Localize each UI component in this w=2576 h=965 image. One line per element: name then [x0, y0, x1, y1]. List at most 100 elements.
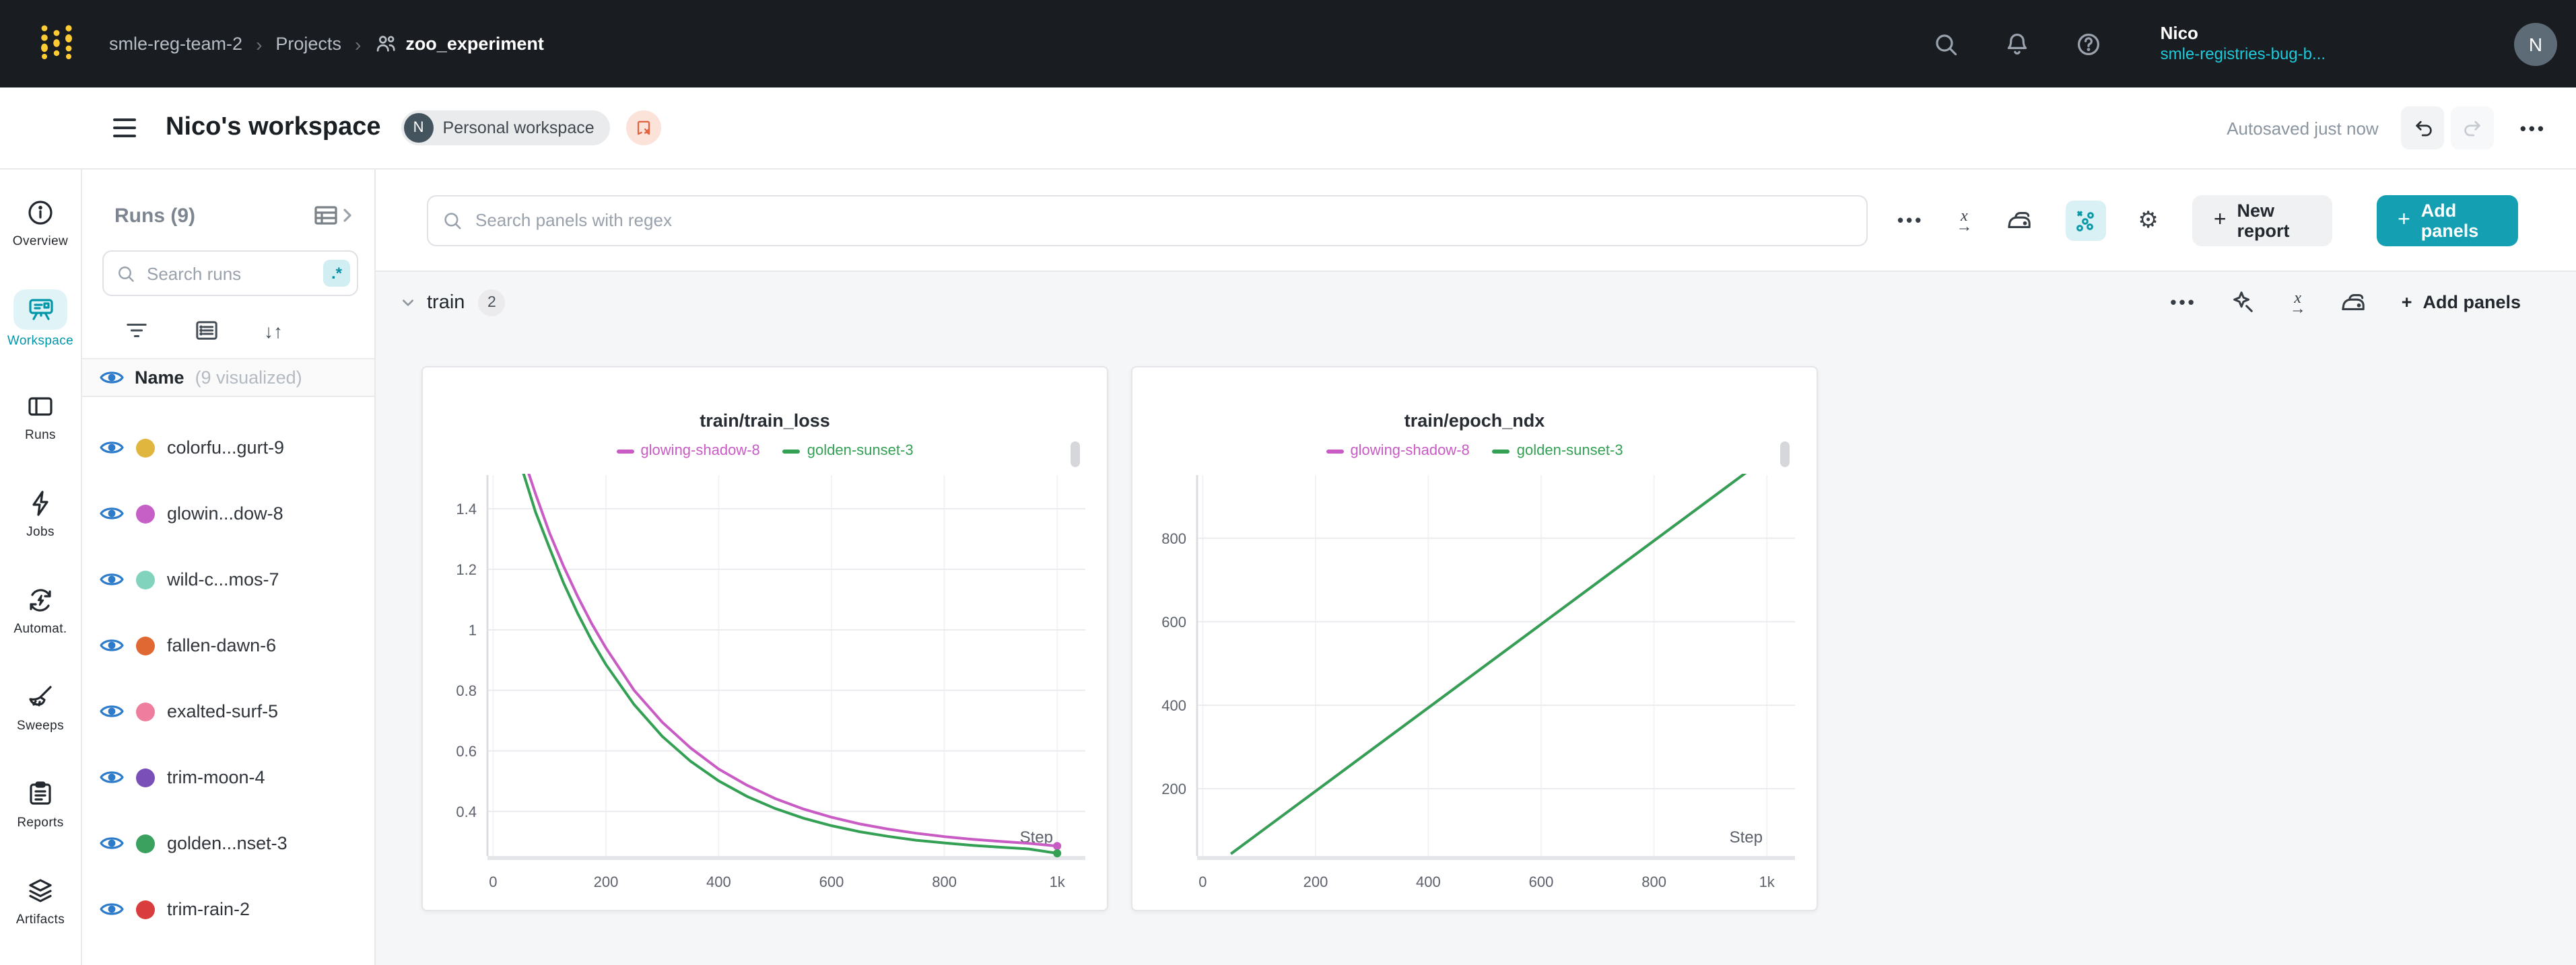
- run-list-name-header[interactable]: Name (9 visualized): [82, 358, 374, 397]
- personal-workspace-badge[interactable]: N Personal workspace: [401, 110, 611, 145]
- sidebar-item-workspace[interactable]: Workspace: [0, 271, 81, 367]
- line-chart-train-loss[interactable]: 02004006008001k0.40.60.811.21.4Step: [423, 367, 1107, 910]
- run-row[interactable]: golden...nset-3: [82, 810, 374, 876]
- run-list: colorfu...gurt-9 glowin...dow-8 wild-c...m…: [82, 397, 374, 965]
- run-row[interactable]: wild-c...mos-7: [82, 546, 374, 612]
- breadcrumb-team[interactable]: smle-reg-team-2: [109, 34, 242, 54]
- regex-toggle-button[interactable]: .*: [323, 260, 350, 287]
- bookmark-x-icon: [635, 118, 654, 137]
- svg-text:1.2: 1.2: [456, 561, 477, 578]
- search-icon[interactable]: [1933, 30, 1960, 57]
- section-name[interactable]: train: [427, 291, 465, 313]
- svg-text:400: 400: [1161, 697, 1186, 714]
- sort-runs-icon[interactable]: ↓↑: [264, 320, 283, 341]
- svg-text:0.4: 0.4: [456, 803, 477, 820]
- smoothing-iron-icon[interactable]: [2340, 289, 2368, 315]
- run-row[interactable]: colorfu...gurt-9: [82, 415, 374, 480]
- collapse-chevron-icon[interactable]: [401, 295, 415, 309]
- workspace-title[interactable]: Nico's workspace: [166, 113, 381, 143]
- section-overflow-menu[interactable]: •••: [2170, 292, 2196, 312]
- svg-text:600: 600: [1161, 614, 1186, 631]
- redo-button[interactable]: [2451, 106, 2495, 149]
- sidebar-item-runs[interactable]: Runs: [0, 367, 81, 464]
- help-icon[interactable]: [2076, 30, 2103, 57]
- breadcrumb-project[interactable]: zoo_experiment: [374, 32, 544, 55]
- wandb-logo[interactable]: [36, 20, 77, 67]
- breadcrumb-separator: ›: [256, 33, 262, 55]
- chart-panel-train-loss[interactable]: train/train_loss glowing-shadow-8 golden…: [421, 366, 1108, 911]
- visibility-eye-icon[interactable]: [100, 571, 124, 588]
- notifications-bell-icon[interactable]: [2004, 30, 2031, 57]
- panels-overflow-menu[interactable]: •••: [1897, 210, 1924, 230]
- settings-gear-icon[interactable]: ⚙: [2138, 207, 2159, 234]
- visibility-eye-icon[interactable]: [100, 439, 124, 456]
- svg-text:200: 200: [1303, 873, 1328, 890]
- toolbar-icons: ••• x→: [1897, 200, 2159, 240]
- run-row[interactable]: fallen-dawn-6: [82, 612, 374, 678]
- visibility-eye-icon[interactable]: [100, 369, 124, 386]
- run-row[interactable]: exalted-surf-5: [82, 678, 374, 744]
- unsaved-bookmark-button[interactable]: [627, 110, 662, 145]
- workspace-avatar: N: [404, 113, 434, 143]
- run-row[interactable]: glowin...dow-8: [82, 480, 374, 546]
- user-avatar[interactable]: N: [2514, 22, 2557, 65]
- visibility-eye-icon[interactable]: [100, 834, 124, 852]
- panel-search-box: [427, 194, 1868, 246]
- panel-drag-handle[interactable]: [1071, 441, 1080, 467]
- svg-text:1.4: 1.4: [456, 501, 477, 517]
- run-row[interactable]: trim-rain-2: [82, 876, 374, 942]
- x-axis-settings-icon[interactable]: x→: [2290, 291, 2306, 313]
- visibility-eye-icon[interactable]: [100, 900, 124, 918]
- svg-text:400: 400: [1416, 873, 1441, 890]
- visibility-eye-icon[interactable]: [100, 637, 124, 654]
- runs-sidebar: Runs (9) .*: [82, 170, 376, 965]
- visibility-eye-icon[interactable]: [100, 703, 124, 720]
- plus-icon: +: [2398, 208, 2410, 232]
- runs-icon: [13, 389, 67, 424]
- workspace-overflow-menu[interactable]: •••: [2520, 118, 2546, 138]
- sidebar-item-artifacts[interactable]: Artifacts: [0, 852, 81, 949]
- sidebar-item-jobs[interactable]: Jobs: [0, 464, 81, 561]
- user-menu[interactable]: Nico smle-registries-bug-b...: [2161, 23, 2326, 65]
- run-name: exalted-surf-5: [167, 701, 278, 721]
- sidebar-item-automat[interactable]: Automat.: [0, 561, 81, 658]
- x-axis-settings-icon[interactable]: x→: [1956, 209, 1972, 231]
- sampling-scatter-toggle-icon[interactable]: [2065, 200, 2105, 240]
- run-columns-list-icon[interactable]: [194, 319, 219, 342]
- run-color-dot: [136, 570, 155, 589]
- new-report-button[interactable]: + New report: [2192, 194, 2332, 246]
- chart-panel-epoch-ndx[interactable]: train/epoch_ndx glowing-shadow-8 golden-…: [1131, 366, 1818, 911]
- run-row[interactable]: trim-moon-4: [82, 744, 374, 810]
- panel-search-input[interactable]: [473, 209, 1853, 231]
- run-name: glowin...dow-8: [167, 503, 283, 524]
- line-chart-epoch-ndx[interactable]: 02004006008001k200400600800Step: [1132, 367, 1817, 910]
- menu-hamburger-icon[interactable]: [113, 118, 136, 137]
- section-add-panels-button[interactable]: + Add panels: [2402, 292, 2521, 312]
- svg-text:0.8: 0.8: [456, 682, 477, 699]
- runs-table-icon[interactable]: [312, 202, 339, 229]
- wandb-app: smle-reg-team-2 › Projects › zoo_experim…: [0, 0, 2576, 965]
- sidebar-item-reports[interactable]: Reports: [0, 755, 81, 852]
- smoothing-iron-icon[interactable]: [2004, 207, 2033, 233]
- svg-text:200: 200: [594, 873, 619, 890]
- add-panels-button[interactable]: + Add panels: [2376, 194, 2518, 246]
- workspace-badge-label: Personal workspace: [443, 118, 595, 137]
- user-org-link[interactable]: smle-registries-bug-b...: [2161, 44, 2326, 65]
- visibility-eye-icon[interactable]: [100, 505, 124, 522]
- sparkle-pin-icon[interactable]: [2231, 289, 2256, 315]
- visibility-eye-icon[interactable]: [100, 769, 124, 786]
- sidebar-item-sweeps[interactable]: Sweeps: [0, 658, 81, 755]
- run-name: fallen-dawn-6: [167, 635, 276, 655]
- autosave-status: Autosaved just now: [2227, 118, 2378, 138]
- run-search-box: .*: [102, 250, 358, 296]
- breadcrumb-projects[interactable]: Projects: [275, 34, 341, 54]
- filter-runs-icon[interactable]: [124, 319, 149, 342]
- undo-button[interactable]: [2402, 106, 2445, 149]
- user-name: Nico: [2161, 23, 2326, 45]
- run-search-input[interactable]: [144, 262, 315, 285]
- sidebar-item-overview[interactable]: Overview: [0, 174, 81, 271]
- panels-toolbar: ••• x→: [376, 170, 2576, 271]
- top-navigation-bar: smle-reg-team-2 › Projects › zoo_experim…: [0, 0, 2576, 87]
- expand-table-chevron-icon[interactable]: [339, 207, 355, 223]
- panel-drag-handle[interactable]: [1780, 441, 1790, 467]
